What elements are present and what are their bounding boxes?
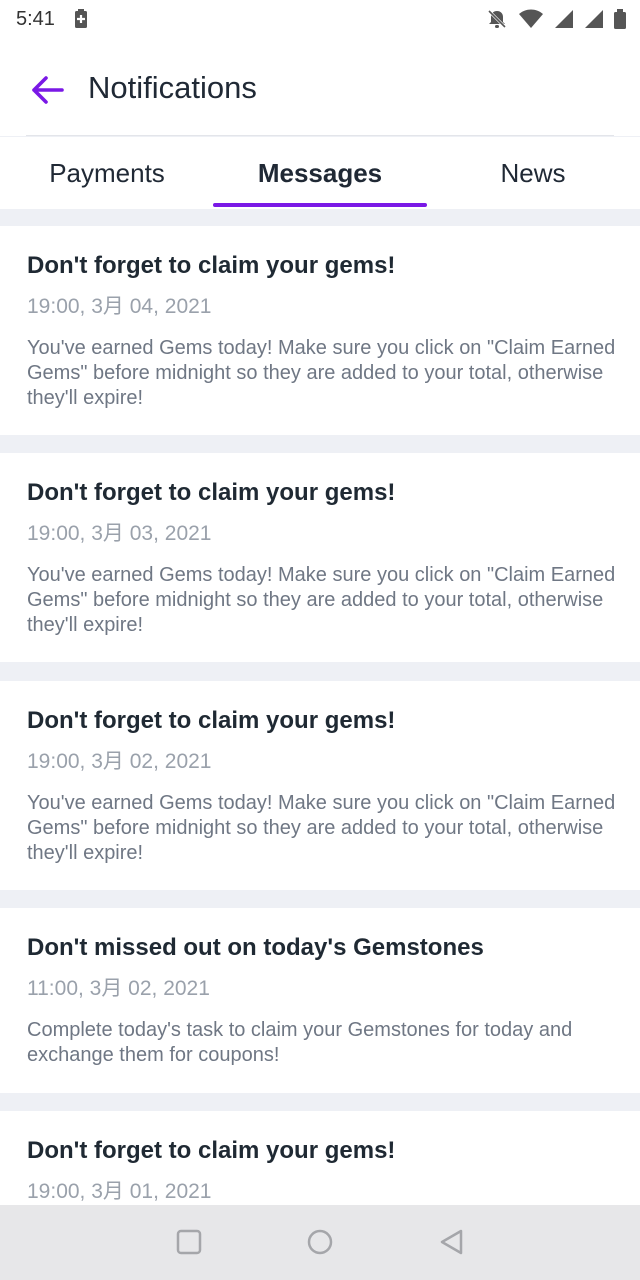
battery-icon bbox=[614, 9, 626, 34]
back-triangle-icon bbox=[440, 1229, 463, 1255]
arrow-left-icon bbox=[32, 76, 64, 104]
message-body: You've earned Gems today! Make sure you … bbox=[27, 337, 616, 409]
tab-bar: Payments Messages News bbox=[0, 137, 640, 209]
message-date: 19:00, 3月 04, 2021 bbox=[27, 295, 212, 318]
message-title: Don't forget to claim your gems! bbox=[27, 252, 396, 279]
recent-apps-button[interactable] bbox=[174, 1227, 204, 1257]
tab-payments[interactable]: Payments bbox=[0, 137, 214, 209]
message-date: 11:00, 3月 02, 2021 bbox=[27, 977, 210, 1000]
signal-icon bbox=[554, 9, 574, 34]
message-date: 19:00, 3月 03, 2021 bbox=[27, 522, 212, 545]
battery-saver-icon bbox=[74, 9, 88, 34]
message-title: Don't forget to claim your gems! bbox=[27, 707, 396, 734]
message-title: Don't forget to claim your gems! bbox=[27, 479, 396, 506]
message-card[interactable]: Don't forget to claim your gems! 19:00, … bbox=[0, 681, 640, 890]
status-bar: 5:41 bbox=[0, 0, 640, 40]
message-date: 19:00, 3月 02, 2021 bbox=[27, 750, 212, 773]
message-card[interactable]: Don't forget to claim your gems! 19:00, … bbox=[0, 1111, 640, 1211]
message-date: 19:00, 3月 01, 2021 bbox=[27, 1180, 212, 1203]
tab-messages[interactable]: Messages bbox=[213, 137, 427, 209]
message-title: Don't missed out on today's Gemstones bbox=[27, 934, 484, 961]
nav-back-button[interactable] bbox=[437, 1227, 467, 1257]
page-title: Notifications bbox=[88, 70, 257, 105]
divider bbox=[26, 135, 614, 136]
back-button[interactable] bbox=[28, 70, 68, 110]
wifi-icon bbox=[518, 9, 544, 34]
message-card[interactable]: Don't forget to claim your gems! 19:00, … bbox=[0, 226, 640, 435]
signal-icon bbox=[584, 9, 604, 34]
message-title: Don't forget to claim your gems! bbox=[27, 1137, 396, 1164]
status-time: 5:41 bbox=[16, 8, 55, 30]
active-tab-indicator bbox=[213, 203, 427, 207]
message-card[interactable]: Don't missed out on today's Gemstones 11… bbox=[0, 908, 640, 1093]
message-body: You've earned Gems today! Make sure you … bbox=[27, 564, 616, 636]
message-card[interactable]: Don't forget to claim your gems! 19:00, … bbox=[0, 453, 640, 662]
mute-icon bbox=[486, 8, 508, 35]
recent-apps-icon bbox=[176, 1229, 202, 1255]
message-body: You've earned Gems today! Make sure you … bbox=[27, 792, 616, 864]
home-icon bbox=[307, 1229, 333, 1255]
status-icons bbox=[486, 8, 626, 35]
home-button[interactable] bbox=[305, 1227, 335, 1257]
system-nav-bar bbox=[0, 1205, 640, 1280]
tab-news[interactable]: News bbox=[426, 137, 640, 209]
app-bar: Notifications bbox=[0, 40, 640, 136]
message-body: Complete today's task to claim your Gems… bbox=[27, 1019, 573, 1066]
